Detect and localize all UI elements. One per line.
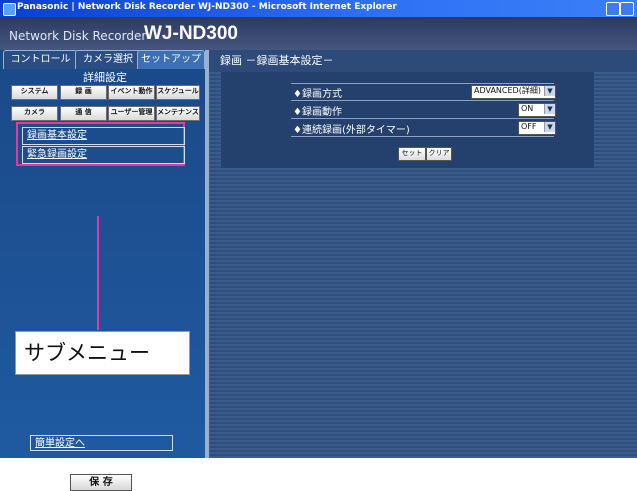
chevron-down-icon: ▼ [544, 104, 555, 114]
menu-communication-button[interactable]: 通 信 [60, 106, 107, 121]
quick-setup-link[interactable]: 簡単設定へ [30, 435, 173, 451]
menu-event-button[interactable]: イベント動作 [108, 85, 155, 100]
window-title-bar: Panasonic | Network Disk Recorder WJ-ND3… [0, 0, 637, 17]
row-divider [291, 118, 554, 119]
tab-control[interactable]: コントロール [3, 50, 78, 69]
menu-maintenance-button[interactable]: メンテナンス [156, 106, 200, 121]
recording-action-label: ♦録画動作 [293, 107, 342, 118]
menu-recording-button[interactable]: 録 画 [60, 85, 107, 100]
submenu-item-emergency-recording[interactable]: 緊急録画設定 [22, 146, 185, 164]
chevron-down-icon: ▼ [544, 122, 555, 132]
menu-system-button[interactable]: システム [11, 85, 58, 100]
menu-camera-button[interactable]: カメラ [11, 106, 58, 121]
browser-icon [3, 3, 16, 16]
recording-mode-select[interactable]: ADVANCED(詳細) ▼ [471, 85, 556, 99]
row-divider [291, 100, 554, 101]
recording-action-value: ON [521, 104, 534, 113]
continuous-recording-value: OFF [521, 122, 537, 131]
window-title: Panasonic | Network Disk Recorder WJ-ND3… [17, 2, 397, 12]
chevron-down-icon: ▼ [544, 86, 555, 96]
recording-mode-value: ADVANCED(詳細) [474, 86, 541, 95]
menu-user-management-button[interactable]: ユーザー管理 [108, 106, 155, 121]
row-divider [291, 136, 554, 137]
clear-button[interactable]: クリア [426, 147, 452, 161]
product-model: WJ-ND300 [144, 23, 238, 44]
submenu-item-basic-recording[interactable]: 録画基本設定 [22, 127, 185, 145]
row-divider [291, 83, 554, 84]
maximize-button[interactable] [620, 2, 634, 16]
menu-schedule-button[interactable]: スケジュール [156, 85, 200, 100]
set-button[interactable]: セット [398, 147, 426, 161]
settings-form: ♦録画方式 ADVANCED(詳細) ▼ ♦録画動作 ON ▼ ♦連続録画(外部… [221, 72, 594, 168]
left-panel: コントロール カメラ選択 セットアップ 詳細設定 システム 録 画 イベント動作… [0, 50, 205, 491]
callout-line [97, 216, 99, 330]
detail-settings-heading: 詳細設定 [83, 71, 127, 84]
submenu-highlight: 録画基本設定 緊急録画設定 [16, 122, 185, 166]
page-title: 録画 －録画基本設定－ [209, 50, 637, 72]
product-line: Network Disk Recorder [9, 29, 147, 43]
recording-action-select[interactable]: ON ▼ [518, 103, 556, 117]
continuous-recording-label: ♦連続録画(外部タイマー) [293, 125, 410, 136]
tab-camera-select[interactable]: カメラ選択 [75, 50, 141, 69]
app-header: Network Disk Recorder WJ-ND300 [0, 17, 637, 50]
tab-setup[interactable]: セットアップ [137, 50, 205, 69]
recording-mode-label: ♦録画方式 [293, 89, 342, 100]
callout-label: サブメニュー [15, 331, 190, 375]
save-button[interactable]: 保 存 [70, 474, 132, 491]
continuous-recording-select[interactable]: OFF ▼ [518, 121, 556, 135]
minimize-button[interactable] [606, 2, 620, 16]
